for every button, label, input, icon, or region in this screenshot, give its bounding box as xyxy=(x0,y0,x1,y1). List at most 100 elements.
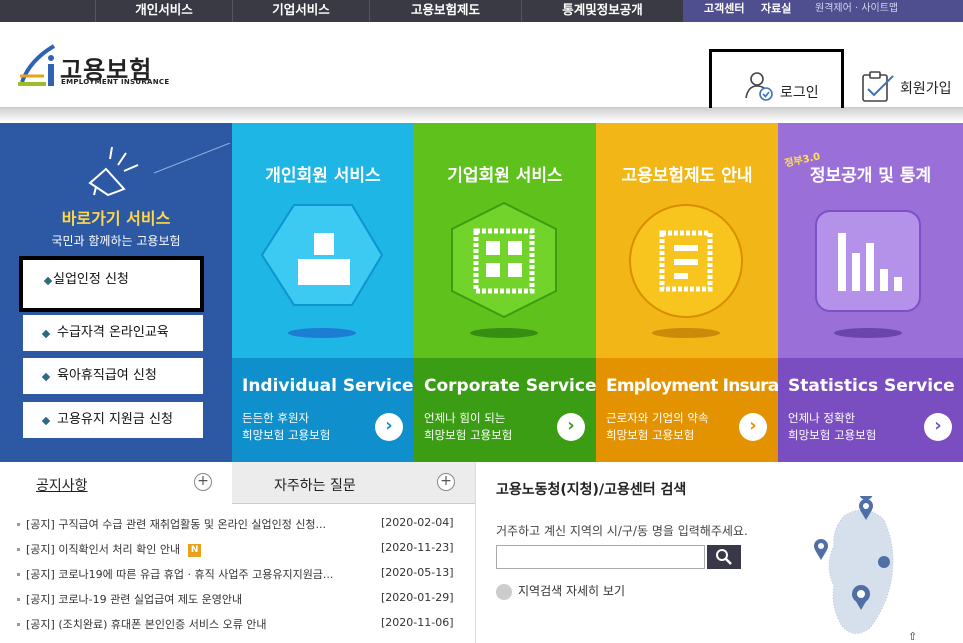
plus-icon[interactable]: + xyxy=(437,473,455,491)
panel-title: 고용보험제도 안내 xyxy=(621,166,753,186)
tab-notice-label: 공지사항 xyxy=(36,478,88,494)
person-icon xyxy=(260,204,384,338)
search-description: 거주하고 계신 지역의 시/구/동 명을 입력해주세요. xyxy=(496,524,748,538)
notice-date: [2020-02-04] xyxy=(381,516,454,529)
notice-text: [공지] (조치완료) 휴대폰 본인인증 서비스 오류 안내 xyxy=(26,618,267,631)
building-icon xyxy=(451,201,557,338)
logo-icon[interactable] xyxy=(16,42,60,90)
join-label: 회원가입 xyxy=(900,81,952,97)
notice-item[interactable]: [공지] (조치완료) 휴대폰 본인인증 서비스 오류 안내 [2020-11-0… xyxy=(17,616,457,636)
panel-en-title: Corporate Service xyxy=(424,376,596,396)
panel-desc1: 언제나 힘이 되는 xyxy=(424,411,506,425)
center-search-section: 고용노동청(지청)/고용센터 검색 거주하고 계신 지역의 시/구/동 명을 입… xyxy=(475,462,963,643)
notice-date: [2020-11-23] xyxy=(381,541,454,554)
util-remote-sitemap[interactable]: 원격제어 · 사이트맵 xyxy=(815,0,898,18)
panel-individual-service[interactable]: 개인회원 서비스 Individual Service 든든한 후원자 희망보험… xyxy=(232,123,414,462)
notice-item[interactable]: [공지] 코로나19에 따른 유급 휴업 · 휴직 사업주 고용유지지원금...… xyxy=(17,566,457,586)
panel-title: 정보공개 및 통계 xyxy=(809,166,932,186)
quick-title: 바로가기 서비스 xyxy=(61,209,171,228)
plus-icon[interactable]: + xyxy=(194,473,212,491)
bullet-icon xyxy=(41,416,51,426)
panel-desc2: 희망보험 고용보험 xyxy=(788,428,877,442)
notice-date: [2020-11-06] xyxy=(381,616,454,629)
arrow-right-icon[interactable]: › xyxy=(557,413,585,441)
site-header: 고용보험 EMPLOYMENT INSURANCE 로그인 회원가입 xyxy=(0,22,963,121)
arrow-right-icon[interactable]: › xyxy=(739,413,767,441)
bar-chart-icon xyxy=(815,210,921,338)
notice-item[interactable]: [공지] 코로나-19 관련 실업급여 제도 운영안내 [2020-01-29] xyxy=(17,591,457,611)
notice-date: [2020-05-13] xyxy=(381,566,454,579)
panel-desc2: 희망보험 고용보험 xyxy=(606,428,695,442)
panel-corporate-service[interactable]: 기업회원 서비스 Corporate Service 언제나 힘이 되는 희망보… xyxy=(414,123,596,462)
tab-faq-label: 자주하는 질문 xyxy=(274,478,356,494)
arrow-right-icon[interactable]: › xyxy=(924,413,952,441)
quick-employment-retention[interactable]: 고용유지 지원금 신청 xyxy=(23,402,203,438)
play-circle-icon xyxy=(496,583,512,600)
quick-subtitle: 국민과 함께하는 고용보험 xyxy=(51,234,181,248)
panel-en-title: Statistics Service xyxy=(788,376,955,396)
quick-item-label: 수급자격 온라인교육 xyxy=(57,325,169,340)
notice-text: [공지] 코로나-19 관련 실업급여 제도 운영안내 xyxy=(26,593,243,606)
region-search-detail-link[interactable]: 지역검색 자세히 보기 xyxy=(496,582,625,600)
nav-corporate-service[interactable]: 기업서비스 xyxy=(232,0,369,22)
bullet-icon xyxy=(43,276,53,286)
panel-footer: Individual Service 든든한 후원자 희망보험 고용보험 › xyxy=(232,358,414,462)
panel-footer: Corporate Service 언제나 힘이 되는 희망보험 고용보험 › xyxy=(414,358,596,462)
notice-text: [공지] 구직급여 수급 관련 재취업활동 및 온라인 실업인정 신청... xyxy=(26,518,327,531)
panel-desc1: 근로자와 기업의 약속 xyxy=(606,411,709,425)
region-search-input[interactable] xyxy=(496,545,705,569)
region-search-detail-label: 지역검색 자세히 보기 xyxy=(518,584,625,598)
search-title: 고용노동청(지청)/고용센터 검색 xyxy=(496,482,687,498)
panel-desc1: 든든한 후원자 xyxy=(242,411,310,425)
panel-title: 개인회원 서비스 xyxy=(265,166,381,186)
scroll-top-icon[interactable]: ⇧ xyxy=(908,630,917,643)
quick-service-panel: 바로가기 서비스 국민과 함께하는 고용보험 실업인정 신청 수급자격 온라인교… xyxy=(0,123,232,462)
notice-date: [2020-01-29] xyxy=(381,591,454,604)
notice-text: [공지] 이직확인서 처리 확인 안내 xyxy=(26,543,181,556)
arrow-right-icon[interactable]: › xyxy=(375,413,403,441)
quick-childcare-leave[interactable]: 육아휴직급여 신청 xyxy=(23,358,203,394)
megaphone-icon xyxy=(88,143,231,197)
bullet-icon xyxy=(41,372,51,382)
nav-statistics[interactable]: 통계및정보공개 xyxy=(521,0,683,22)
panel-title: 기업회원 서비스 xyxy=(447,166,563,186)
tab-faq[interactable]: 자주하는 질문 + xyxy=(232,462,475,504)
panel-desc1: 언제나 정확한 xyxy=(788,411,856,425)
notice-section: 공지사항 + 자주하는 질문 + [공지] 구직급여 수급 관련 재취업활동 및… xyxy=(0,462,475,643)
clipboard-check-icon xyxy=(862,71,894,102)
tab-notice[interactable]: 공지사항 + xyxy=(0,462,232,504)
document-icon xyxy=(629,204,743,338)
notice-text: [공지] 코로나19에 따른 유급 휴업 · 휴직 사업주 고용유지지원금... xyxy=(26,568,334,581)
login-label: 로그인 xyxy=(780,85,819,101)
search-icon xyxy=(716,549,732,565)
quick-item-label: 육아휴직급여 신청 xyxy=(57,368,157,383)
quick-item-label: 실업인정 신청 xyxy=(53,272,129,287)
notice-item[interactable]: [공지] 구직급여 수급 관련 재취업활동 및 온라인 실업인정 신청... [2… xyxy=(17,516,457,536)
search-button[interactable] xyxy=(707,545,741,569)
join-button[interactable]: 회원가입 xyxy=(860,70,960,106)
panel-statistics-service[interactable]: 정부3.0 정보공개 및 통계 Statistics Service 언제나 정… xyxy=(778,123,963,462)
panel-employment-insurance[interactable]: 고용보험제도 안내 Employment Insurance 근로자와 기업의 … xyxy=(596,123,778,462)
korea-map-icon xyxy=(814,496,894,634)
login-user-icon xyxy=(745,72,773,101)
quick-online-education[interactable]: 수급자격 온라인교육 xyxy=(23,315,203,351)
panel-desc2: 희망보험 고용보험 xyxy=(242,428,331,442)
panel-en-title: Employment Insurance xyxy=(606,376,778,396)
util-data-room[interactable]: 자료실 xyxy=(761,0,791,18)
util-customer-center[interactable]: 고객센터 xyxy=(704,0,744,18)
new-badge: N xyxy=(188,543,202,557)
quick-unemployment-recognition[interactable]: 실업인정 신청 xyxy=(19,256,204,312)
panel-en-title: Individual Service xyxy=(242,376,414,396)
panel-desc2: 희망보험 고용보험 xyxy=(424,428,513,442)
nav-insurance-system[interactable]: 고용보험제도 xyxy=(369,0,521,22)
nav-personal-service[interactable]: 개인서비스 xyxy=(95,0,232,22)
utility-menu: 고객센터 자료실 원격제어 · 사이트맵 xyxy=(683,0,963,22)
panel-footer: Statistics Service 언제나 정확한 희망보험 고용보험 › xyxy=(778,358,963,462)
quick-item-label: 고용유지 지원금 신청 xyxy=(57,412,173,427)
panel-footer: Employment Insurance 근로자와 기업의 약속 희망보험 고용… xyxy=(596,358,778,462)
logo-subtitle: EMPLOYMENT INSURANCE xyxy=(61,78,170,86)
top-navigation: 개인서비스 기업서비스 고용보험제도 통계및정보공개 고객센터 자료실 원격제어… xyxy=(0,0,963,22)
header-shadow xyxy=(0,108,963,122)
notice-item[interactable]: [공지] 이직확인서 처리 확인 안내 N [2020-11-23] xyxy=(17,541,457,561)
bullet-icon xyxy=(41,329,51,339)
